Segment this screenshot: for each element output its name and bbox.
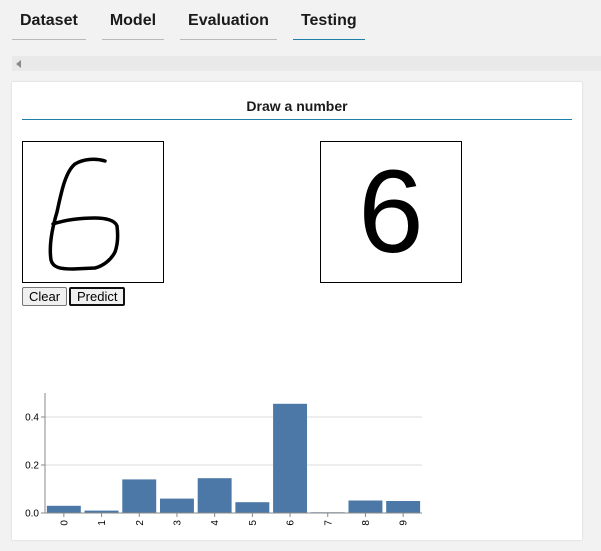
tab-testing[interactable]: Testing [292, 0, 365, 40]
x-tick-label: 6 [286, 520, 297, 526]
tab-bar: Dataset Model Evaluation Testing [12, 0, 365, 40]
bar-8 [348, 500, 383, 513]
x-tick-label: 2 [135, 520, 146, 526]
bar-chart-svg: 0.0 0.2 0.4 0 1 2 3 4 5 6 7 8 9 [25, 393, 422, 526]
bar-5 [235, 502, 270, 513]
tab-dataset[interactable]: Dataset [12, 0, 86, 40]
x-tick-label: 7 [323, 520, 334, 526]
x-tick-label: 8 [361, 520, 372, 526]
bar-9 [386, 501, 421, 513]
y-tick-label: 0.2 [25, 461, 39, 472]
bar-4 [197, 478, 232, 513]
x-tick-label: 4 [210, 520, 221, 526]
bar-2 [122, 479, 157, 513]
x-tick-label: 1 [97, 520, 108, 526]
predicted-digit: 6 [358, 146, 424, 278]
panel-title: Draw a number [22, 98, 572, 120]
clear-button[interactable]: Clear [22, 287, 68, 306]
testing-panel: Draw a number 6 Clear Predict 0.0 0.2 0.4 0… [12, 82, 582, 540]
horizontal-scrollbar[interactable] [12, 56, 601, 71]
tab-evaluation[interactable]: Evaluation [180, 0, 277, 40]
x-tick-label: 3 [172, 520, 183, 526]
y-tick-label: 0.0 [25, 509, 39, 520]
bar-6 [273, 403, 308, 513]
probability-chart: 0.0 0.2 0.4 0 1 2 3 4 5 6 7 8 9 [12, 384, 432, 540]
drawing-canvas[interactable] [22, 141, 164, 283]
scroll-left-arrow-icon[interactable] [16, 60, 21, 68]
x-tick-label: 9 [399, 520, 410, 526]
predict-button[interactable]: Predict [69, 287, 126, 306]
handwritten-stroke [48, 157, 120, 271]
bar-0 [46, 505, 81, 513]
tab-model[interactable]: Model [101, 0, 165, 40]
bar-3 [159, 498, 194, 513]
x-tick-label: 0 [59, 520, 70, 526]
prediction-display: 6 [320, 141, 462, 283]
y-tick-label: 0.4 [25, 413, 39, 424]
x-tick-label: 5 [248, 520, 259, 526]
